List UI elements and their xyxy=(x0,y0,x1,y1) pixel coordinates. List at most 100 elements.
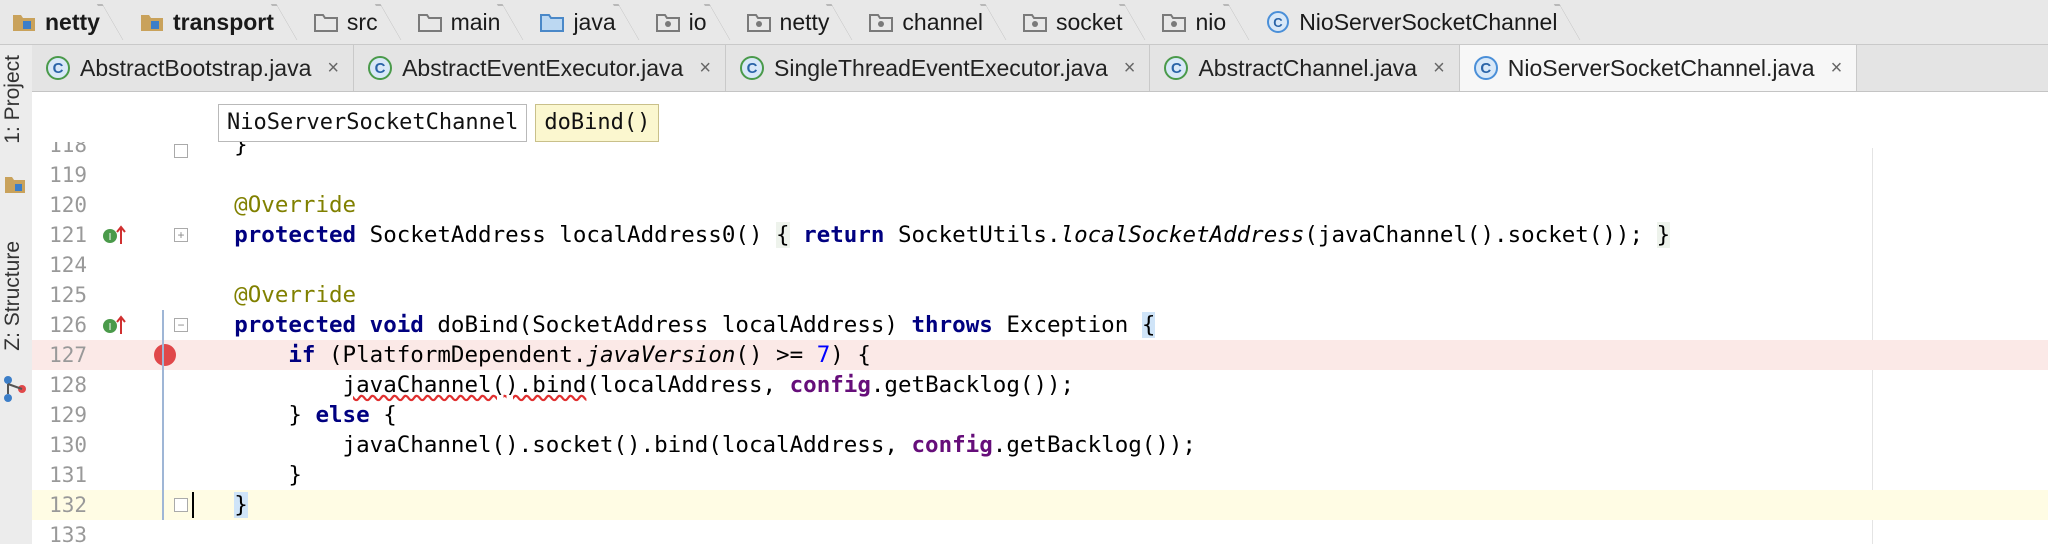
code-line: 120 @Override xyxy=(32,190,2048,220)
breakpoint-icon[interactable] xyxy=(154,344,176,366)
breadcrumb-label: main xyxy=(450,8,501,35)
editor-breadcrumb-method[interactable]: doBind() xyxy=(535,104,660,142)
project-icon xyxy=(4,173,26,200)
tab-label: NioServerSocketChannel.java xyxy=(1507,54,1815,81)
breadcrumb-label: socket xyxy=(1056,8,1123,35)
breadcrumb-item-class[interactable]: C NioServerSocketChannel xyxy=(1254,0,1585,44)
line-code: protected SocketAddress localAddress0() … xyxy=(234,222,1671,248)
line-code: } xyxy=(180,142,248,158)
editor-breadcrumb: NioServerSocketChannel doBind() xyxy=(218,104,667,142)
tab-nio-server-socket-channel[interactable]: C NioServerSocketChannel.java × xyxy=(1459,45,1858,91)
tab-label: AbstractChannel.java xyxy=(1198,54,1418,81)
close-icon[interactable]: × xyxy=(327,57,339,80)
breadcrumb-item-channel[interactable]: channel xyxy=(857,0,1011,44)
line-number: 127 xyxy=(49,343,87,367)
line-number: 121 xyxy=(49,223,87,247)
structure-icon xyxy=(3,375,27,408)
line-code: } xyxy=(180,462,302,488)
code-line: 129 } else { xyxy=(32,400,2048,430)
line-code: javaChannel().socket().bind(localAddress… xyxy=(180,432,1196,458)
close-icon[interactable]: × xyxy=(1433,57,1445,80)
package-icon xyxy=(1162,12,1187,32)
line-code: @Override xyxy=(180,282,357,308)
breadcrumb-item-nio[interactable]: nio xyxy=(1150,0,1254,44)
breadcrumb-label: java xyxy=(573,8,616,35)
module-folder-icon xyxy=(140,12,164,32)
code-editor[interactable]: NioServerSocketChannel doBind() 118 } 11… xyxy=(32,92,2048,544)
tool-window-strip: 1: Project Z: Structure xyxy=(0,45,33,544)
package-icon xyxy=(746,12,771,32)
line-number: 120 xyxy=(49,193,87,217)
svg-text:C: C xyxy=(1273,15,1283,30)
tab-label: SingleThreadEventExecutor.java xyxy=(774,54,1108,81)
breadcrumb-item-io[interactable]: io xyxy=(644,0,735,44)
breadcrumb-label: netty xyxy=(779,8,830,35)
line-number: 124 xyxy=(49,253,87,277)
breadcrumb-label: io xyxy=(688,8,707,35)
breadcrumb-label: channel xyxy=(902,8,983,35)
fold-end-marker[interactable] xyxy=(174,144,188,158)
package-icon xyxy=(1023,12,1047,32)
line-number: 118 xyxy=(49,142,87,157)
project-tool-window-button[interactable]: 1: Project xyxy=(1,55,31,144)
line-number: 128 xyxy=(49,373,87,397)
annotation: @Override xyxy=(180,192,357,218)
class-icon: C xyxy=(740,56,765,80)
breadcrumb-label: transport xyxy=(172,8,274,35)
navigation-bar: netty transport src main java io netty c… xyxy=(0,0,2048,45)
svg-text:I: I xyxy=(109,232,112,243)
breadcrumb-item-src[interactable]: src xyxy=(302,0,406,44)
breadcrumb-item-java[interactable]: java xyxy=(528,0,643,44)
editor-breadcrumb-class[interactable]: NioServerSocketChannel xyxy=(218,104,528,142)
class-icon: C xyxy=(46,56,70,80)
breadcrumb-label: NioServerSocketChannel xyxy=(1299,8,1558,35)
close-icon[interactable]: × xyxy=(1831,57,1843,80)
line-code: protected void doBind(SocketAddress loca… xyxy=(234,312,1156,338)
class-icon: C xyxy=(1473,56,1498,80)
line-code: javaChannel().bind(localAddress, config.… xyxy=(342,372,1075,398)
class-icon: C xyxy=(1164,56,1189,80)
line-number: 132 xyxy=(49,493,87,517)
overrides-method-icon[interactable]: I xyxy=(102,224,128,246)
code-line: 119 xyxy=(32,160,2048,190)
tab-label: AbstractEventExecutor.java xyxy=(402,54,684,81)
breadcrumb-item-socket[interactable]: socket xyxy=(1011,0,1150,44)
source-folder-icon xyxy=(540,12,565,32)
close-icon[interactable]: × xyxy=(699,57,711,80)
tab-abstract-event-executor[interactable]: C AbstractEventExecutor.java × xyxy=(354,45,727,91)
module-folder-icon xyxy=(12,12,36,32)
tab-abstract-bootstrap[interactable]: C AbstractBootstrap.java × xyxy=(32,45,355,91)
class-icon: C xyxy=(368,56,393,80)
line-code: if (PlatformDependent.javaVersion() >= 7… xyxy=(288,342,871,368)
tab-single-thread-event-executor[interactable]: C SingleThreadEventExecutor.java × xyxy=(726,45,1151,91)
tab-abstract-channel[interactable]: C AbstractChannel.java × xyxy=(1150,45,1460,91)
package-icon xyxy=(655,12,680,32)
editor-tab-bar: C AbstractBootstrap.java × C AbstractEve… xyxy=(32,45,2048,92)
overrides-method-icon[interactable]: I xyxy=(102,314,128,336)
class-icon: C xyxy=(1266,10,1290,34)
package-icon xyxy=(869,12,894,32)
code-line: 124 xyxy=(32,250,2048,280)
structure-tool-window-button[interactable]: Z: Structure xyxy=(1,241,31,351)
close-icon[interactable]: × xyxy=(1124,57,1136,80)
svg-text:I: I xyxy=(109,322,112,333)
line-number: 119 xyxy=(49,163,87,187)
line-code: } xyxy=(234,492,248,518)
breadcrumb-label: netty xyxy=(45,8,100,35)
code-line: 118 } xyxy=(32,142,2048,160)
tab-label: AbstractBootstrap.java xyxy=(80,54,312,81)
line-number: 131 xyxy=(49,463,87,487)
code-line: 126 I − protected void doBind(SocketAddr… xyxy=(32,310,2048,340)
scope-indicator xyxy=(162,310,164,520)
line-code: } else { xyxy=(180,402,397,428)
code-line: 121 I + protected SocketAddress localAdd… xyxy=(32,220,2048,250)
breadcrumb-item-main[interactable]: main xyxy=(406,0,529,44)
code-line: 133 xyxy=(32,520,2048,544)
code-line: 125 @Override xyxy=(32,280,2048,310)
breadcrumb-item-netty-module[interactable]: netty xyxy=(0,0,128,44)
breadcrumb-item-netty[interactable]: netty xyxy=(735,0,858,44)
line-number: 125 xyxy=(49,283,87,307)
breadcrumb-label: src xyxy=(346,8,378,35)
line-number: 133 xyxy=(49,523,87,544)
breadcrumb-item-transport[interactable]: transport xyxy=(128,0,302,44)
